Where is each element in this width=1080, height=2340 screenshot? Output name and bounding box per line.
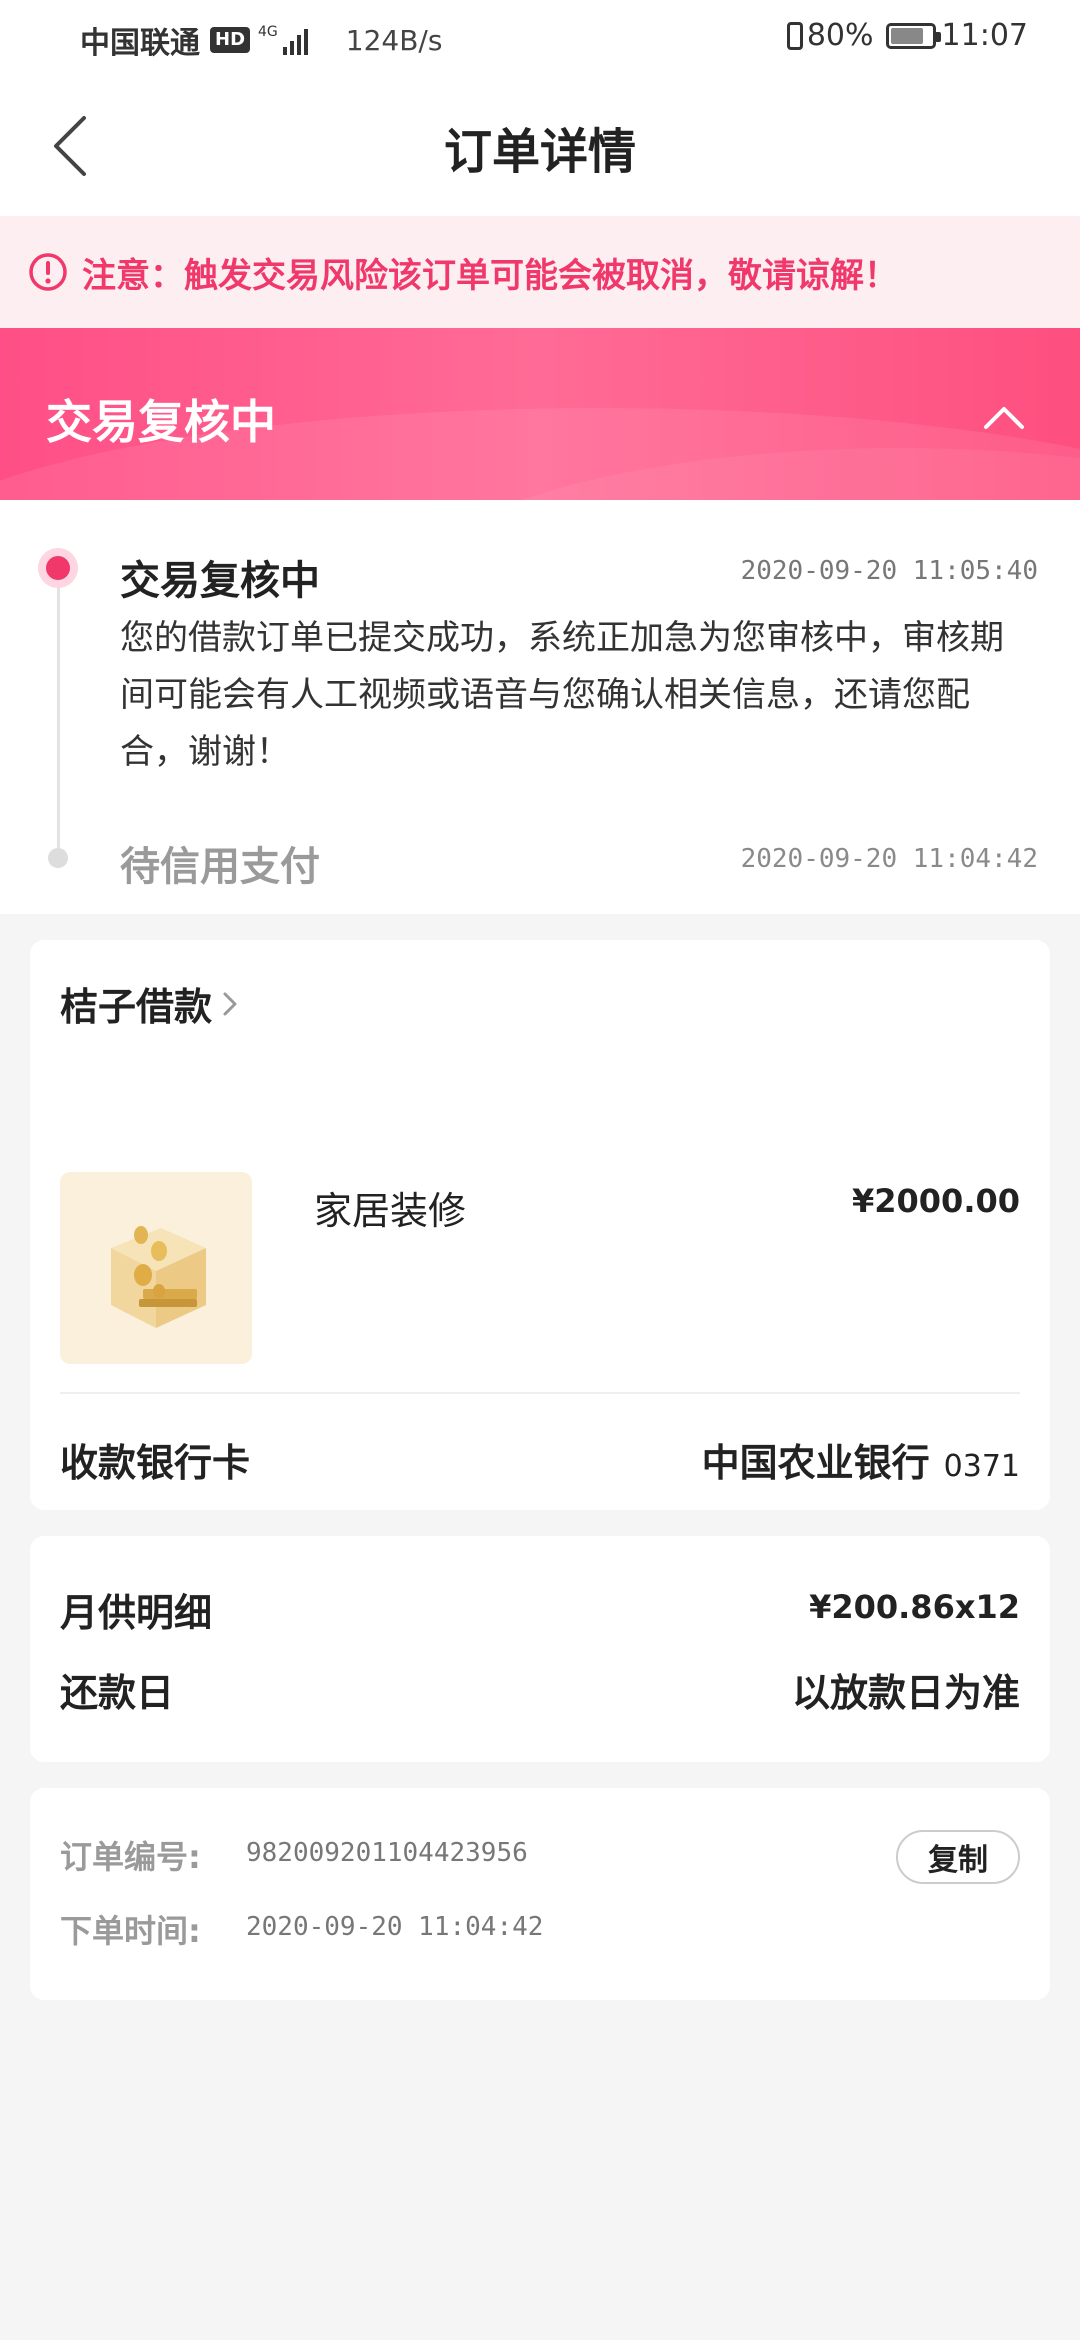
- carrier-name: 中国联通: [80, 26, 200, 61]
- order-info-card: 订单编号: 982009201104423956 复制 下单时间: 2020-0…: [30, 1788, 1050, 2000]
- copy-button[interactable]: 复制: [896, 1830, 1020, 1884]
- order-number-value: 982009201104423956: [246, 1838, 528, 1868]
- risk-notice: 注意：触发交易风险该订单可能会被取消，敬请谅解！: [0, 216, 1080, 328]
- nav-bar: 订单详情: [0, 76, 1080, 216]
- chevron-up-icon: [984, 407, 1024, 429]
- order-number-label: 订单编号:: [60, 1838, 201, 1876]
- timeline-step-time: 2020-09-20 11:05:40: [740, 556, 1038, 586]
- order-time-value: 2020-09-20 11:04:42: [246, 1912, 544, 1942]
- monthly-value: ¥200.86x12: [809, 1588, 1020, 1626]
- bank-name: 中国农业银行: [701, 1441, 930, 1485]
- timeline-dot: [48, 848, 68, 868]
- order-timeline: 交易复核中 2020-09-20 11:05:40 您的借款订单已提交成功，系统…: [0, 500, 1080, 914]
- timeline-step-desc: 您的借款订单已提交成功，系统正加急为您审核中，审核期间可能会有人工视频或语音与您…: [120, 618, 1004, 772]
- coin-box-icon: [111, 1226, 206, 1328]
- network-speed: 124B/s: [345, 23, 443, 57]
- timeline-line: [57, 568, 60, 858]
- battery-percent: 80%: [806, 18, 874, 53]
- clock: 11:07: [941, 18, 1028, 53]
- alert-icon: [28, 252, 68, 292]
- bank-card-suffix: 0371: [943, 1449, 1020, 1484]
- network-type: 4G: [258, 24, 278, 40]
- timeline-step-title: 待信用支付: [120, 844, 320, 890]
- status-left: 中国联通 HD 4G 124B/s: [80, 18, 442, 62]
- item-price: ¥2000.00: [851, 1182, 1020, 1220]
- merchant-name: 桔子借款: [60, 985, 213, 1029]
- hd-badge: HD: [210, 27, 251, 53]
- status-banner[interactable]: 交易复核中: [0, 328, 1080, 500]
- bank-label: 收款银行卡: [60, 1441, 251, 1485]
- merchant-link[interactable]: 桔子借款: [60, 976, 238, 1031]
- vibrate-icon: [786, 21, 803, 50]
- status-right: 80% 11:07: [786, 18, 1028, 53]
- item-name: 家居装修: [314, 1189, 467, 1233]
- status-bar: 中国联通 HD 4G 124B/s 80% 11:07: [0, 0, 1080, 76]
- timeline-step-time: 2020-09-20 11:04:42: [740, 844, 1038, 874]
- signal-icon: 4G: [258, 25, 308, 55]
- bank-value: 中国农业银行 0371: [702, 1432, 1020, 1487]
- monthly-label: 月供明细: [60, 1591, 213, 1635]
- repay-date-value: 以放款日为准: [791, 1671, 1020, 1715]
- timeline-step-title: 交易复核中: [120, 558, 320, 604]
- repayment-card: 月供明细 ¥200.86x12 还款日 以放款日为准: [30, 1536, 1050, 1762]
- chevron-right-icon: [222, 991, 238, 1017]
- collapse-button[interactable]: [964, 378, 1044, 458]
- notice-text: 注意：触发交易风险该订单可能会被取消，敬请谅解！: [82, 255, 898, 296]
- battery-icon: [885, 22, 941, 49]
- page-title: 订单详情: [443, 124, 636, 180]
- product-image: [60, 1172, 252, 1364]
- order-time-label: 下单时间:: [60, 1912, 201, 1950]
- divider: [60, 1392, 1020, 1394]
- timeline-dot-active: [38, 548, 78, 588]
- banner-title: 交易复核中: [46, 395, 276, 449]
- product-card: 桔子借款 家居装修 ¥2000.00 收款银行卡 中国农业银行 0371: [30, 940, 1050, 1510]
- repay-date-label: 还款日: [60, 1671, 175, 1715]
